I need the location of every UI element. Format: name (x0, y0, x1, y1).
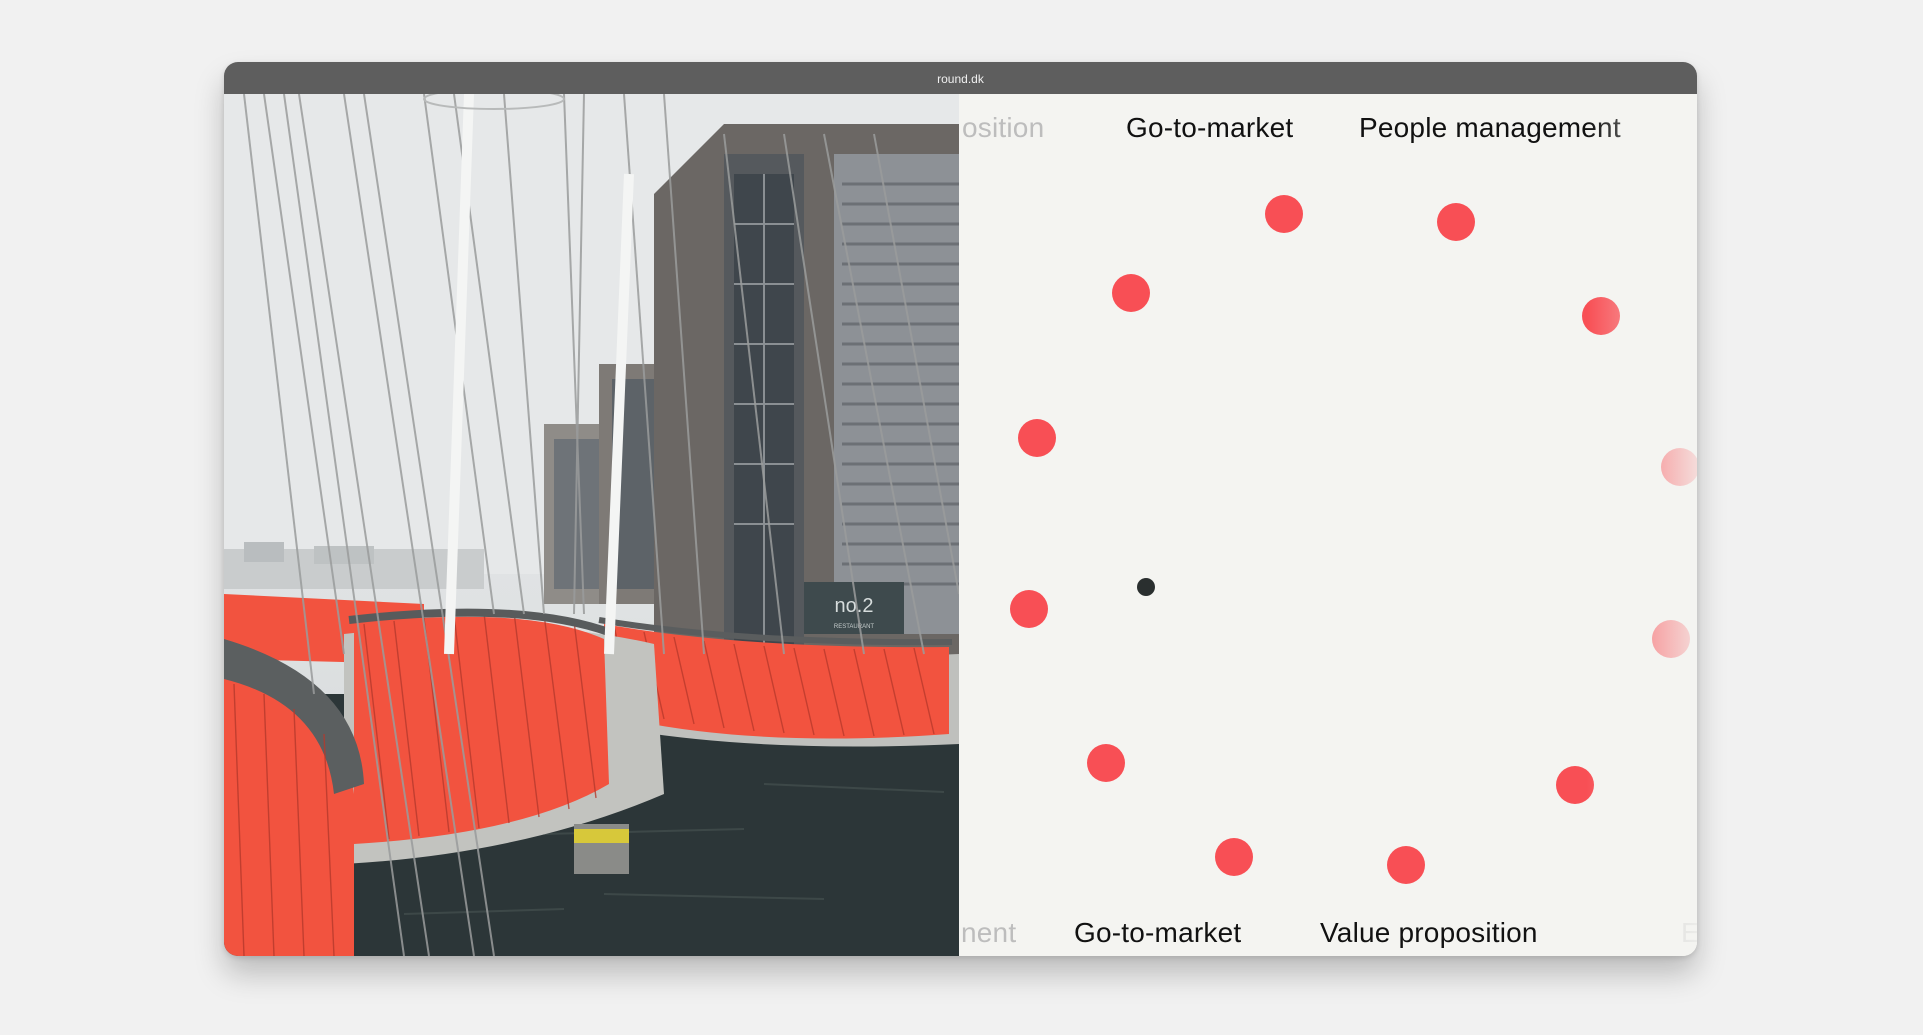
edge-fade (1587, 94, 1697, 956)
orbit-dot (1215, 838, 1253, 876)
orbit-dot (1556, 766, 1594, 804)
topic-top-partial[interactable]: osition (962, 112, 1044, 144)
topic-bottom-partial[interactable]: nent (961, 917, 1016, 949)
orbit-dot (1010, 590, 1048, 628)
orbit-dot (1661, 448, 1697, 486)
orbit-dot (1112, 274, 1150, 312)
orbit-dot (1018, 419, 1056, 457)
restaurant-sign: no.2 (835, 595, 874, 617)
orbit-dot (1265, 195, 1303, 233)
browser-window: round.dk no.2 RESTAURANT osition Go-to-m… (224, 62, 1697, 956)
center-dot (1137, 578, 1155, 596)
bridge-illustration: no.2 RESTAURANT (224, 94, 959, 956)
orbit-dot (1087, 744, 1125, 782)
bridge-photo: no.2 RESTAURANT (224, 94, 959, 956)
page-viewport: no.2 RESTAURANT osition Go-to-market Peo… (224, 94, 1697, 956)
url-label: round.dk (937, 72, 984, 86)
restaurant-sign-sub: RESTAURANT (834, 624, 875, 630)
title-bar: round.dk (224, 62, 1697, 94)
orbit-dot (1437, 203, 1475, 241)
orbit-dot (1652, 620, 1690, 658)
orbit-dot (1387, 846, 1425, 884)
topic-top-go-to-market[interactable]: Go-to-market (1126, 112, 1293, 144)
topic-bottom-value-proposition[interactable]: Value proposition (1320, 917, 1538, 949)
topic-top-people-management[interactable]: People management (1359, 112, 1621, 144)
topics-panel: osition Go-to-market People management n… (959, 94, 1697, 956)
topic-bottom-go-to-market[interactable]: Go-to-market (1074, 917, 1241, 949)
orbit-dot (1582, 297, 1620, 335)
topic-bottom-partial-right[interactable]: E (1681, 917, 1697, 949)
